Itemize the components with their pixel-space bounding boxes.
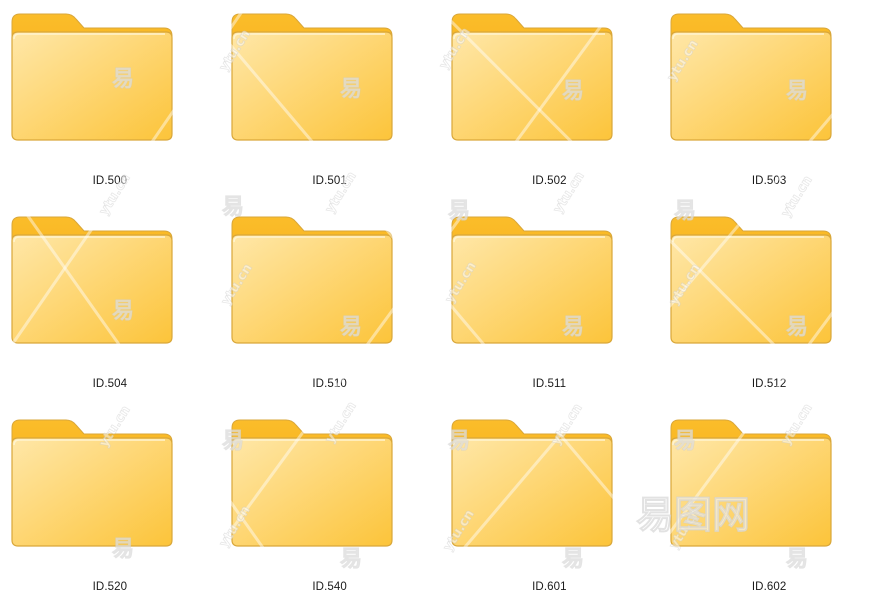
folder-item[interactable]: ID.501	[220, 0, 440, 203]
folder-label: ID.601	[532, 581, 567, 593]
folder-icon	[8, 414, 176, 554]
folder-icon	[448, 211, 616, 351]
folder-icon	[228, 211, 396, 351]
folder-grid: ID.500 ID.501 ID.502 ID.503 ID.504 ID.51…	[0, 0, 879, 600]
folder-label: ID.500	[92, 175, 128, 187]
folder-item[interactable]: ID.540	[220, 406, 440, 609]
folder-label: ID.503	[751, 175, 787, 187]
folder-label: ID.512	[751, 378, 787, 390]
folder-label: ID.511	[532, 378, 567, 390]
folder-item[interactable]: ID.510	[220, 203, 440, 406]
folder-label: ID.540	[312, 581, 347, 593]
folder-item[interactable]: ID.500	[0, 0, 220, 203]
folder-item[interactable]: ID.512	[659, 203, 879, 406]
folder-icon	[667, 8, 835, 148]
folder-icon	[667, 211, 835, 351]
folder-item[interactable]: ID.520	[0, 406, 220, 609]
folder-icon	[448, 8, 616, 148]
folder-icon	[228, 414, 396, 554]
folder-label: ID.520	[92, 581, 128, 593]
folder-item[interactable]: ID.504	[0, 203, 220, 406]
folder-icon	[228, 8, 396, 148]
folder-item[interactable]: ID.602	[659, 406, 879, 609]
folder-icon	[8, 8, 176, 148]
folder-item[interactable]: ID.502	[440, 0, 660, 203]
folder-label: ID.501	[312, 175, 347, 187]
folder-label: ID.504	[92, 378, 128, 390]
folder-label: ID.510	[312, 378, 347, 390]
folder-item[interactable]: ID.601	[440, 406, 660, 609]
folder-label: ID.602	[751, 581, 787, 593]
folder-item[interactable]: ID.503	[659, 0, 879, 203]
folder-icon	[667, 414, 835, 554]
folder-icon	[8, 211, 176, 351]
folder-icon	[448, 414, 616, 554]
folder-item[interactable]: ID.511	[440, 203, 660, 406]
folder-label: ID.502	[532, 175, 567, 187]
